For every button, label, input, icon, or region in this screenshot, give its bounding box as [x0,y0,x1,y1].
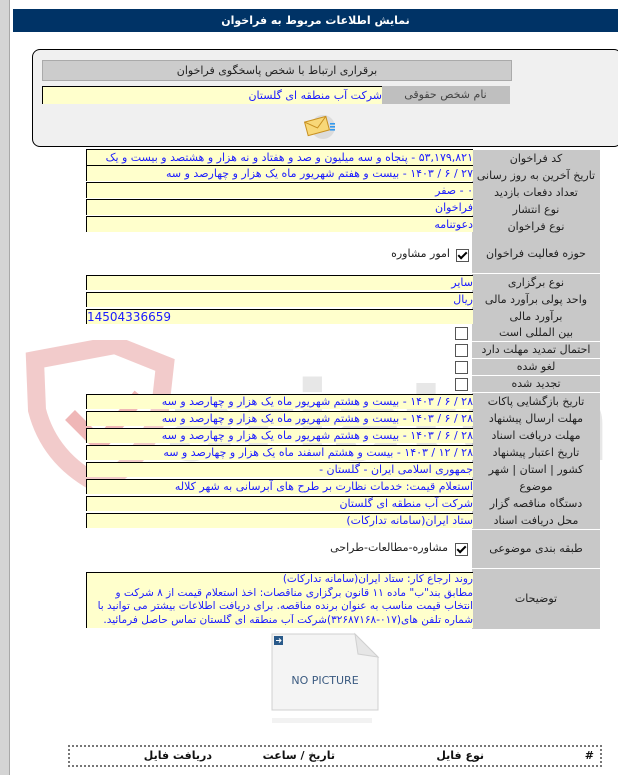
description-label-text: توضیحات [514,592,558,605]
canceled-checkbox[interactable] [455,361,468,374]
category-label: طبقه بندی موضوعی [472,530,600,569]
files-table-header: # نوع فایل تاریخ / ساعت دریافت فایل [68,745,602,767]
organizer-label: دستگاه مناقصه گزار [472,495,600,513]
activity-label: حوزه فعالیت فراخوان [472,235,600,274]
international-checkbox[interactable] [455,327,468,340]
description-label: توضیحات [472,569,600,630]
description-value: روند ارجاع کار: ستاد ایران(سامانه تدارکا… [86,572,473,628]
call-type-value: دعوتنامه [86,216,473,232]
docs-deadline-value: ۲۸ / ۶ / ۱۴۰۳ - بیست و هشتم شهریور ماه ی… [86,428,473,443]
publish-type-label: نوع انتشار [472,201,600,219]
last-update-label: تاریخ آخرین به روز رسانی [472,167,600,185]
legal-person-label: نام شخص حقوقی [381,86,510,104]
contact-panel-title: برقراری ارتباط با شخص پاسخگوی فراخوان [42,60,512,81]
call-type-label: نوع فراخوان [472,218,600,236]
validity-date-label: تاریخ اعتبار پیشنهاد [472,444,600,462]
submit-deadline-label: مهلت ارسال پیشنهاد [472,410,600,428]
description-line: روند ارجاع کار: ستاد ایران(سامانه تدارکا… [282,573,473,585]
col-index: # [584,749,594,762]
category-label-text: طبقه بندی موضوعی [489,542,583,555]
renewed-checkbox[interactable] [455,378,468,391]
docs-place-label: محل دریافت اسناد [472,512,600,530]
opening-date-value: ۲۸ / ۶ / ۱۴۰۳ - بیست و هشتم شهریور ماه ی… [86,394,473,409]
validity-date-value: ۲۸ / ۱۲ / ۱۴۰۳ - بیست و هشتم اسفند ماه ی… [86,445,473,460]
estimate-label: برآورد مالی [472,308,600,326]
location-value: جمهوری اسلامی ایران - گلستان - [86,462,473,477]
picture-shadow [272,718,372,723]
svg-text:NO PICTURE: NO PICTURE [291,674,358,687]
description-line: انتخاب قیمت مناسب به عنوان برنده مناقصه.… [97,600,473,612]
currency-value: ریال [86,292,473,307]
envelope-icon[interactable] [303,112,339,140]
subject-label: موضوع [472,478,600,496]
docs-deadline-label: مهلت دریافت اسناد [472,427,600,445]
visits-value: ۰ - صفر [86,182,473,198]
category-option: مشاوره-مطالعات-طراحی [330,541,448,554]
no-picture-image: NO PICTURE [271,632,380,711]
left-border-strip [0,0,10,775]
subject-value: استعلام قیمت: خدمات نظارت بر طرح های آبر… [86,479,473,494]
col-file-type: نوع فایل [436,749,484,762]
publish-type-value: فراخوان [86,199,473,215]
page-title: نمایش اطلاعات مربوط به فراخوان [221,14,410,27]
extension-label: احتمال تمدید مهلت دارد [472,342,600,359]
extension-checkbox[interactable] [455,344,468,357]
description-line: مطابق بند"ب" ماده ۱۱ قانون برگزاری مناقص… [115,586,473,599]
docs-place-value: ستاد ایران(سامانه تدارکات) [86,513,473,528]
col-date-time: تاریخ / ساعت [262,749,335,762]
canceled-label: لغو شده [472,359,600,376]
activity-option: امور مشاوره [391,247,450,260]
code-label: کد فراخوان [472,150,600,168]
location-label: کشور | استان | شهر [472,461,600,479]
category-checkbox[interactable] [455,543,468,556]
submit-deadline-value: ۲۸ / ۶ / ۱۴۰۳ - بیست و هشتم شهریور ماه ی… [86,411,473,426]
activity-checkbox[interactable] [456,249,469,262]
col-download: دریافت فایل [143,749,212,762]
code-value: ۵۳,۱۷۹,۸۲۱ - پنجاه و سه میلیون و صد و هف… [86,149,473,165]
page-header: نمایش اطلاعات مربوط به فراخوان [13,9,618,32]
renewed-label: تجدید شده [472,376,600,393]
holding-type-label: نوع برگزاری [472,274,600,292]
organizer-value: شرکت آب منطقه ای گلستان [86,496,473,511]
legal-person-value: شرکت آب منطقه ای گلستان [42,86,382,104]
activity-label-text: حوزه فعالیت فراخوان [486,247,586,260]
estimate-value: 14504336659 [86,309,473,324]
international-label: بین المللی است [472,325,600,342]
visits-label: تعداد دفعات بازدید [472,184,600,202]
last-update-value: ۲۷ / ۶ / ۱۴۰۳ - بیست و هفتم شهریور ماه ی… [86,165,473,181]
description-line: شماره تلفن های(۰۱۷-۳۲۶۸۷۱۶۸)شرکت آب منطق… [103,613,473,626]
opening-date-label: تاریخ بازگشایی پاکات [472,393,600,411]
holding-type-value: سایر [86,275,473,290]
currency-label: واحد پولی برآورد مالی [472,291,600,309]
